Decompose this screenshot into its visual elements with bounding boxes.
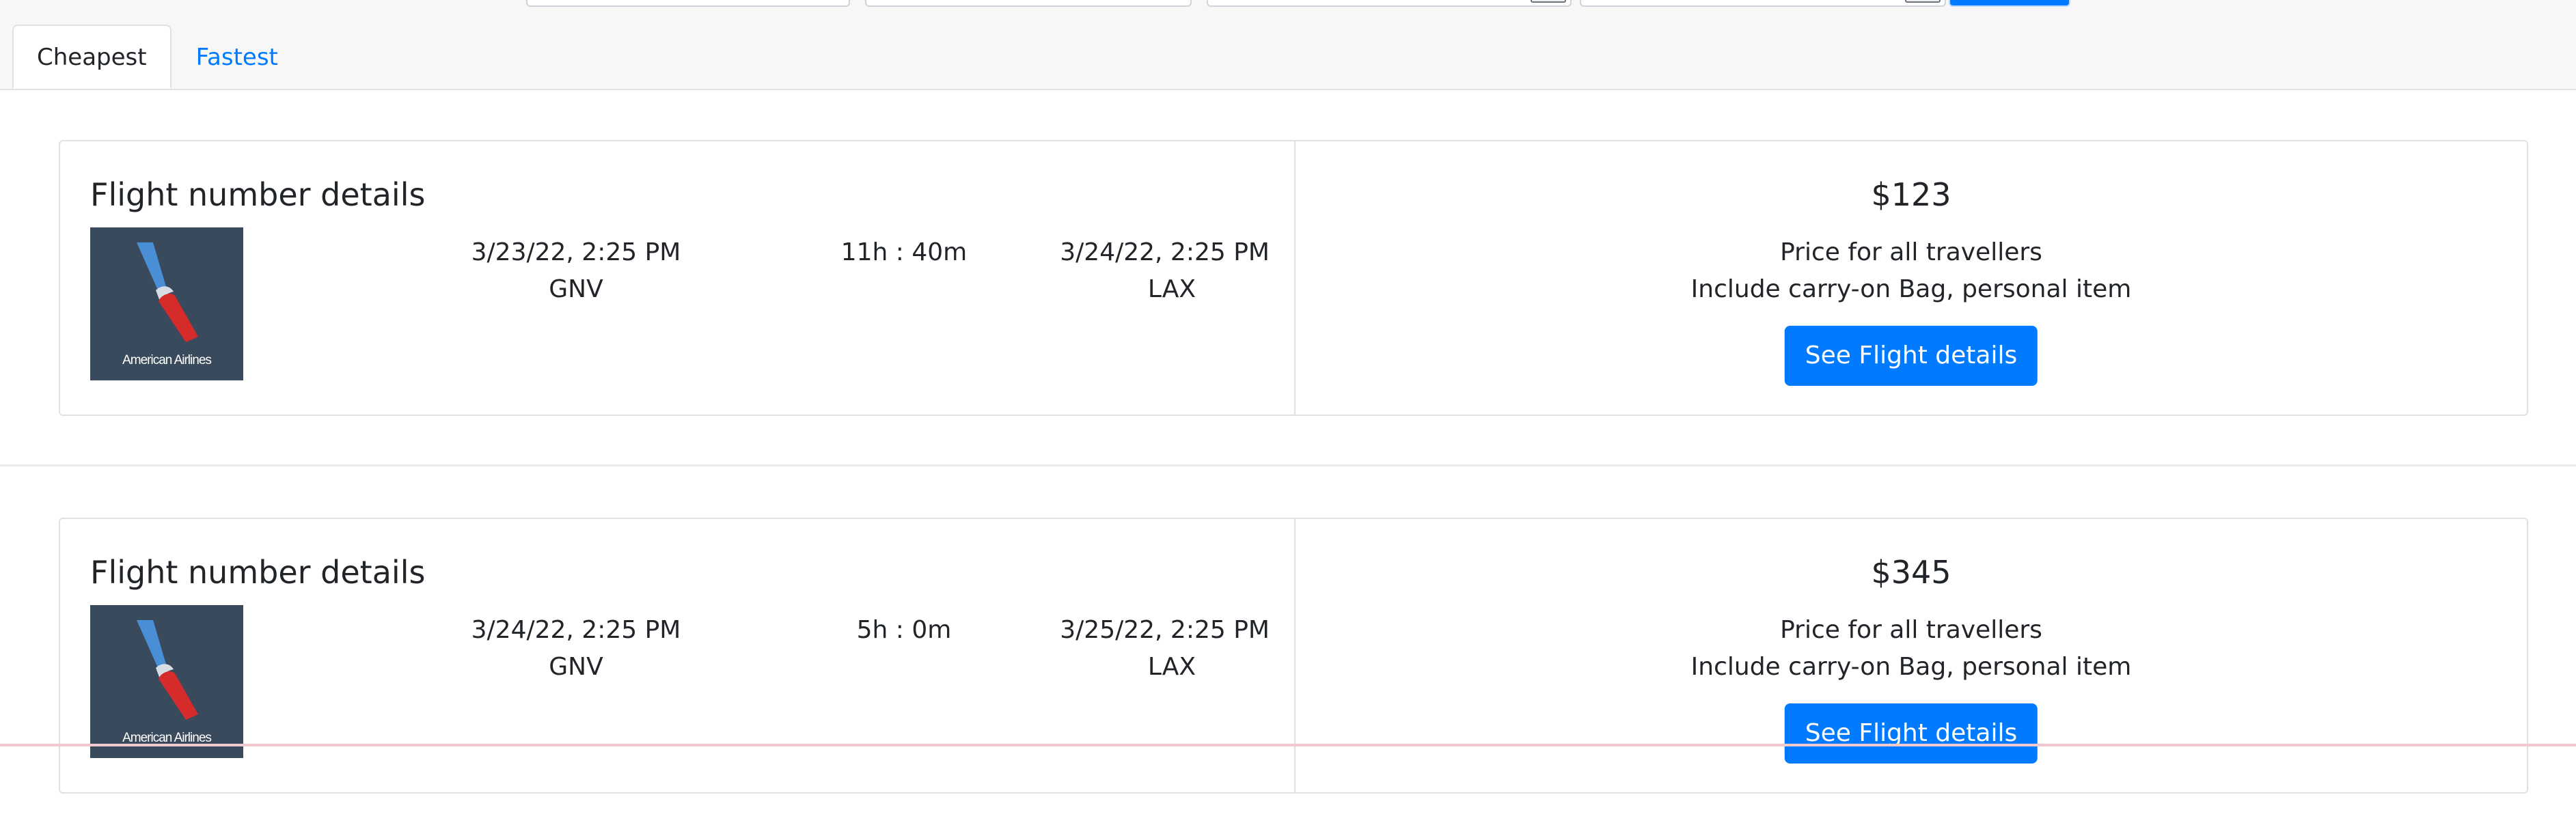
flight-price: $123 (1871, 176, 1951, 213)
flight-result: Flight number details American Airlines … (0, 464, 2576, 840)
search-button[interactable] (1949, 0, 2070, 7)
price-panel: $123 Price for all travellers Include ca… (1296, 141, 2527, 415)
arrival-airport: LAX (1147, 653, 1196, 681)
arrival-airport: LAX (1147, 275, 1196, 303)
calendar-icon[interactable] (1905, 0, 1941, 3)
origin-input[interactable] (526, 0, 850, 7)
see-flight-details-button[interactable]: See Flight details (1784, 326, 2038, 386)
airline-logo-text: American Airlines (122, 731, 211, 745)
american-airlines-logo-icon: American Airlines (90, 227, 243, 380)
flight-info-panel: Flight number details American Airlines … (60, 519, 1296, 792)
search-form-strip: Cheapest Fastest (0, 0, 2576, 90)
arrival-time: 3/25/22, 2:25 PM (1060, 616, 1270, 644)
price-panel: $345 Price for all travellers Include ca… (1296, 519, 2527, 792)
arrival-time: 3/24/22, 2:25 PM (1060, 238, 1270, 266)
flight-title: Flight number details (90, 554, 426, 591)
american-airlines-logo-icon: American Airlines (90, 605, 243, 758)
departure-airport: GNV (549, 275, 603, 303)
return-date-input[interactable] (1580, 0, 1946, 7)
flight-result: Flight number details American Airlines … (0, 89, 2576, 464)
departure-time: 3/23/22, 2:25 PM (471, 238, 681, 266)
depart-date-input[interactable] (1207, 0, 1572, 7)
flight-price: $345 (1871, 554, 1951, 591)
viewport-edge (0, 744, 2576, 746)
calendar-icon[interactable] (1531, 0, 1566, 3)
price-notes: Price for all travellers Include carry-o… (1296, 612, 2527, 686)
flight-info-panel: Flight number details American Airlines … (60, 141, 1296, 415)
departure-column: 3/23/22, 2:25 PM GNV (415, 234, 737, 308)
baggage-note: Include carry-on Bag, personal item (1690, 653, 2132, 681)
destination-input[interactable] (865, 0, 1192, 7)
tab-cheapest[interactable]: Cheapest (12, 25, 172, 89)
departure-time: 3/24/22, 2:25 PM (471, 616, 681, 644)
arrival-column: 3/25/22, 2:25 PM LAX (948, 612, 1270, 686)
flight-card: Flight number details American Airlines … (59, 518, 2528, 794)
sort-tabs: Cheapest Fastest (12, 25, 303, 89)
arrival-column: 3/24/22, 2:25 PM LAX (948, 234, 1270, 308)
baggage-note: Include carry-on Bag, personal item (1690, 275, 2132, 303)
airline-logo-text: American Airlines (122, 353, 211, 367)
see-flight-details-button[interactable]: See Flight details (1784, 703, 2038, 764)
price-notes: Price for all travellers Include carry-o… (1296, 234, 2527, 308)
departure-airport: GNV (549, 653, 603, 681)
flight-title: Flight number details (90, 176, 426, 213)
flight-card: Flight number details American Airlines … (59, 140, 2528, 416)
tab-fastest[interactable]: Fastest (172, 25, 303, 89)
departure-column: 3/24/22, 2:25 PM GNV (415, 612, 737, 686)
price-note: Price for all travellers (1780, 616, 2042, 644)
price-note: Price for all travellers (1780, 238, 2042, 266)
